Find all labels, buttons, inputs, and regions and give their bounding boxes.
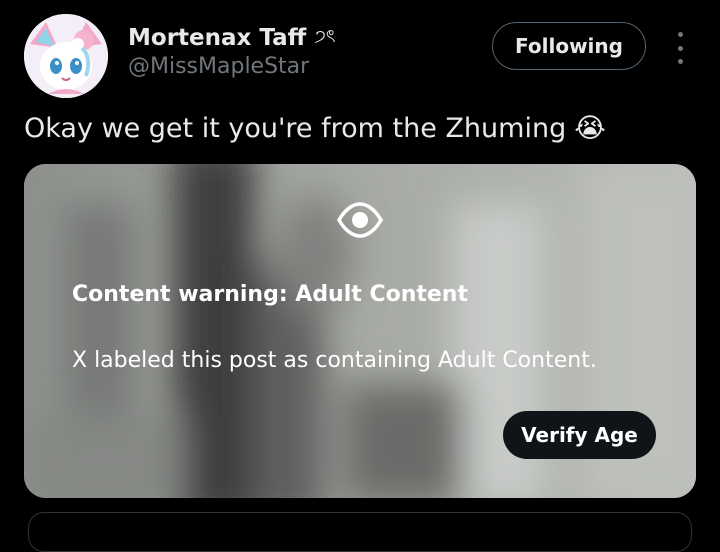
more-dot <box>677 32 683 37</box>
post-text: Okay we get it you're from the Zhuming 😭 <box>24 113 606 144</box>
author-avatar[interactable] <box>24 14 108 98</box>
post-text-content: Okay we get it you're from the Zhuming <box>24 113 567 144</box>
next-card-edge <box>28 512 692 552</box>
content-warning-description: X labeled this post as containing Adult … <box>72 348 597 373</box>
more-dot <box>677 59 683 64</box>
eye-icon <box>336 202 384 238</box>
crying-face-emoji: 😭 <box>574 113 606 144</box>
content-warning-title: Content warning: Adult Content <box>72 282 468 307</box>
more-dot <box>677 45 683 51</box>
sylveon-avatar-icon <box>24 14 108 98</box>
following-button[interactable]: Following <box>492 22 646 70</box>
author-handle[interactable]: @MissMapleStar <box>128 54 309 79</box>
verify-age-button[interactable]: Verify Age <box>503 411 656 459</box>
more-vertical-icon[interactable] <box>668 32 692 64</box>
author-display-name[interactable]: Mortenax Taff <box>128 25 306 51</box>
author-name-row: Mortenax Taff ੭ৎ <box>128 22 335 53</box>
name-emoji: ੭ৎ <box>314 26 336 47</box>
